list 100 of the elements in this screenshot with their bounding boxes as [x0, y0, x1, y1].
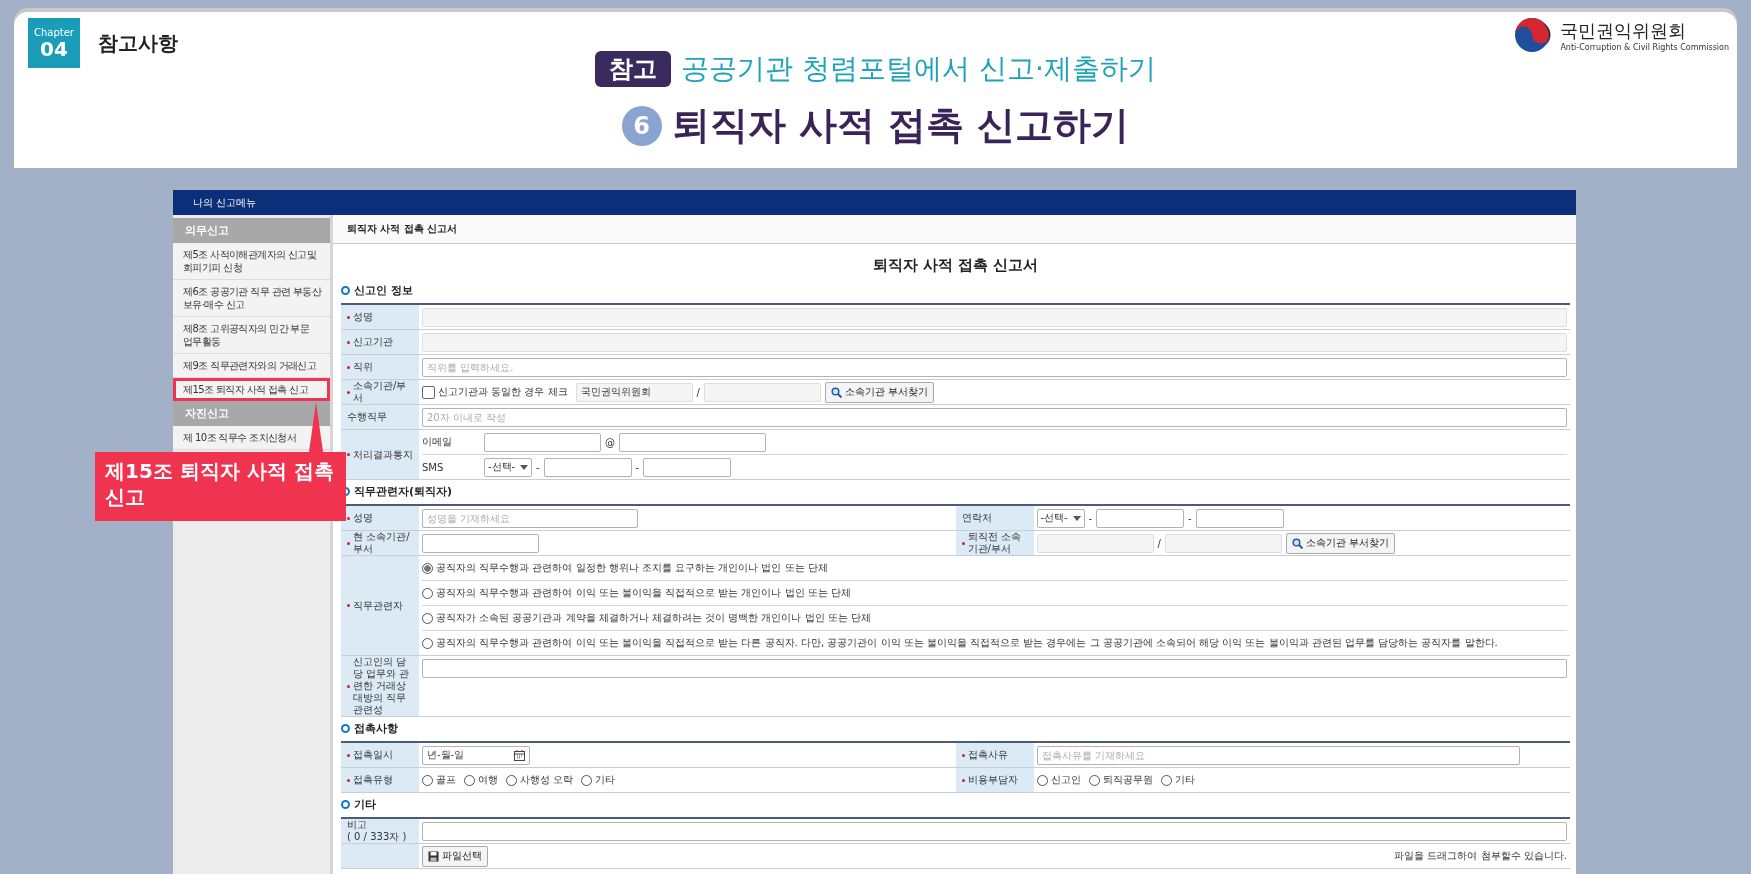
- radio-button[interactable]: [422, 637, 433, 649]
- radio-button[interactable]: [422, 562, 433, 574]
- separator-text: @: [605, 436, 615, 448]
- text-field[interactable]: [484, 432, 601, 452]
- radio-button[interactable]: [1036, 774, 1048, 786]
- page-heading: 퇴직자 사적 접촉 신고서: [347, 222, 458, 236]
- organization-english-name: Anti-Corruption & Civil Rights Commission: [1560, 42, 1729, 52]
- checkbox[interactable]: [422, 385, 435, 399]
- required-mark: [347, 453, 350, 456]
- text-field[interactable]: [643, 457, 732, 477]
- text-field[interactable]: [1096, 508, 1185, 528]
- file-select-button[interactable]: 파일선택: [422, 845, 488, 867]
- radio-label: 공직자가 소속된 공공기관과 계약을 체결하거나 체결하려는 것이 명백한 개인이나 법인 또는 단체: [436, 611, 871, 625]
- section-title: 참고사항: [98, 30, 178, 57]
- text-field[interactable]: 20자 이내로 작성: [422, 407, 1567, 427]
- text-field[interactable]: [422, 821, 1567, 841]
- radio-button[interactable]: [422, 587, 433, 599]
- radio-label: 신고인: [1050, 773, 1081, 787]
- radio-label: 기타: [1174, 773, 1195, 787]
- sidebar-heading: 자진신고: [173, 401, 330, 426]
- select-field[interactable]: -선택-: [484, 457, 532, 477]
- sidebar-item[interactable]: 제8조 고위공직자의 민간 부문 업무활동: [173, 317, 330, 354]
- field-label: 수행직무: [347, 411, 387, 423]
- text-field[interactable]: [1164, 533, 1282, 553]
- caret-icon: [520, 464, 528, 470]
- step-number: 6: [621, 105, 662, 146]
- text-field[interactable]: [422, 533, 539, 553]
- subtitle: 공공기관 청렴포털에서 신고·제출하기: [681, 51, 1156, 87]
- text-field[interactable]: [422, 332, 1567, 352]
- date-field[interactable]: 년-월-일: [422, 745, 530, 765]
- separator-text: -: [635, 461, 640, 473]
- field-label: 현 소속기관/부서: [353, 531, 411, 555]
- field-label: 직위: [353, 361, 373, 373]
- radio-label: 여행: [478, 773, 498, 787]
- sub-label: SMS: [422, 461, 445, 473]
- radio-label: 공직자의 직무수행과 관련하여 이익 또는 불이익을 직접적으로 받는 개인이나 법인 또는 단체: [436, 586, 851, 600]
- required-mark: [961, 541, 965, 545]
- text-field[interactable]: 성명을 기재하세요: [422, 508, 638, 528]
- field-label: 성명: [353, 512, 373, 524]
- sidebar-item[interactable]: 제 10조 직무수 조치신청서: [173, 426, 330, 450]
- radio-button[interactable]: [464, 774, 475, 786]
- section-heading: 기타: [354, 797, 376, 812]
- character-count: ( 0 / 333자 ): [347, 831, 407, 843]
- field-label: 신고기관: [353, 336, 393, 348]
- separator-text: -: [1188, 512, 1192, 524]
- required-mark: [347, 753, 350, 757]
- callout: 제15조 퇴직자 사적 접촉 신고: [95, 452, 346, 521]
- radio-button[interactable]: [422, 612, 433, 624]
- select-field[interactable]: -선택-: [1036, 508, 1085, 528]
- text-field[interactable]: [1036, 533, 1154, 553]
- field-label: 퇴직전 소속기관/부서: [967, 531, 1022, 555]
- calendar-icon: [514, 749, 525, 761]
- field-label: 직무관련자: [353, 599, 403, 612]
- field-label: 소속기관/부서: [353, 380, 408, 404]
- bullet-icon: [341, 286, 350, 295]
- search-button[interactable]: 소속기관 부서찾기: [824, 381, 935, 403]
- radio-button[interactable]: [1160, 774, 1172, 786]
- radio-label: 공직자의 직무수행과 관련하여 일정한 행위나 조치를 요구하는 개인이나 법인 또는 단체: [436, 561, 828, 575]
- radio-label: 퇴직공무원: [1102, 773, 1153, 787]
- text-field[interactable]: [1195, 508, 1284, 528]
- required-mark: [347, 365, 350, 369]
- radio-button[interactable]: [422, 774, 433, 786]
- emblem-icon: [1512, 15, 1553, 55]
- text-field[interactable]: 국민권익위원회: [575, 382, 693, 402]
- field-label: 접촉일시: [353, 749, 393, 761]
- slide-title: 퇴직자 사적 접촉 신고하기: [671, 102, 1130, 149]
- sidebar-item[interactable]: 제5조 사적이해관계자의 신고및 회피기피 신청: [173, 243, 330, 280]
- organization-name: 국민권익위원회: [1560, 18, 1688, 43]
- required-mark: [961, 778, 965, 782]
- bullet-icon: [341, 800, 350, 809]
- separator-text: /: [696, 386, 700, 398]
- radio-label: 기타: [595, 773, 616, 787]
- radio-button[interactable]: [1088, 774, 1100, 786]
- chapter-number: 04: [40, 37, 68, 60]
- sidebar-item[interactable]: 제9조 직무관련자와의 거래신고: [173, 354, 330, 378]
- separator-text: -: [1088, 512, 1093, 524]
- text-field[interactable]: [703, 382, 821, 402]
- sidebar-item[interactable]: 제6조 공공기관 직무 관련 부동산 보유·매수 신고: [173, 280, 330, 317]
- radio-button[interactable]: [506, 774, 517, 786]
- field-label: 처리결과통지: [353, 448, 413, 461]
- text-field[interactable]: [422, 658, 1567, 678]
- caret-icon: [1072, 515, 1081, 521]
- radio-label: 골프: [436, 773, 456, 787]
- required-mark: [347, 315, 350, 319]
- section-heading: 신고인 정보: [354, 283, 413, 298]
- hint-text: 파일을 드래그하여 첨부할수 있습니다.: [1394, 849, 1567, 863]
- field-label: 비고: [347, 819, 368, 831]
- text-field[interactable]: 접촉사유를 기재하세요: [1036, 745, 1520, 765]
- text-field[interactable]: [619, 432, 766, 452]
- required-mark: [347, 541, 350, 545]
- section-heading: 직무관련자(퇴직자): [354, 484, 453, 499]
- radio-button[interactable]: [581, 774, 593, 786]
- bullet-icon: [341, 724, 350, 733]
- text-field[interactable]: [543, 457, 632, 477]
- form-title: 퇴직자 사적 접촉 신고서: [871, 255, 1040, 276]
- checkbox-label: 신고기관과 동일한 경우 체크: [438, 385, 568, 399]
- text-field[interactable]: [422, 307, 1567, 327]
- sidebar-item[interactable]: 제15조 퇴직자 사적 접촉 신고: [173, 378, 330, 401]
- text-field[interactable]: 직위를 입력하세요.: [422, 357, 1567, 377]
- search-button[interactable]: 소속기관 부서찾기: [1285, 532, 1396, 554]
